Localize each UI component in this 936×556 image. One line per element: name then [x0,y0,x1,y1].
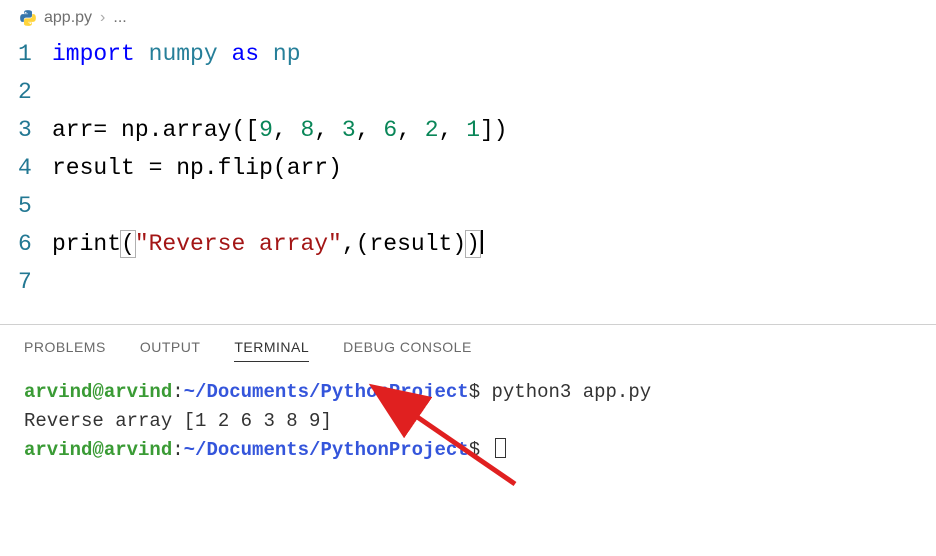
terminal-output[interactable]: arvind@arvind:~/Documents/PythonProject$… [0,368,936,476]
token-num: 3 [342,117,356,143]
token-fn: result [52,155,149,181]
token-punc: , [356,117,384,143]
code-content[interactable]: result = np.flip(arr) [52,150,342,188]
code-line[interactable]: 2 [18,74,918,112]
line-number: 4 [18,150,52,188]
line-number: 3 [18,112,52,150]
token-punc: ( [120,230,136,258]
token-punc: , [314,117,342,143]
line-number: 2 [18,74,52,112]
token-punc: , [342,231,356,257]
line-number: 1 [18,36,52,74]
token-fn: print [52,231,121,257]
code-line[interactable]: 7 [18,264,918,302]
token-punc: , [397,117,425,143]
code-content[interactable]: print("Reverse array",(result)) [52,226,483,264]
token-punc: ]) [480,117,508,143]
token-punc: . [149,117,163,143]
code-line[interactable]: 5 [18,188,918,226]
terminal-text: arvind@arvind [24,439,172,461]
token-num: 1 [466,117,480,143]
breadcrumb: app.py › ... [0,0,936,32]
panel-tabs: PROBLEMS OUTPUT TERMINAL DEBUG CONSOLE [0,325,936,368]
tab-output[interactable]: OUTPUT [140,339,201,362]
token-num: 8 [301,117,315,143]
token-fn: flip [218,155,273,181]
token-punc: ) [328,155,342,181]
code-content[interactable]: import numpy as np [52,36,301,74]
terminal-line: arvind@arvind:~/Documents/PythonProject$ [24,436,912,465]
terminal-text: Reverse array [1 2 6 3 8 9] [24,410,332,432]
editor-cursor [481,230,483,254]
token-num: 2 [425,117,439,143]
terminal-text: : [172,439,183,461]
code-line[interactable]: 1import numpy as np [18,36,918,74]
line-number: 5 [18,188,52,226]
code-line[interactable]: 4result = np.flip(arr) [18,150,918,188]
token-punc: , [439,117,467,143]
token-punc: . [204,155,218,181]
tab-debug-console[interactable]: DEBUG CONSOLE [343,339,472,362]
token-id: numpy [149,41,218,67]
token-num: 6 [383,117,397,143]
token-fn: arr [52,117,93,143]
breadcrumb-filename[interactable]: app.py [44,9,92,27]
token-kw: as [231,41,259,67]
token-fn: arr [287,155,328,181]
token-fn: np [176,155,204,181]
token-punc: ) [465,230,481,258]
token-fn: result [370,231,453,257]
code-line[interactable]: 6print("Reverse array",(result)) [18,226,918,264]
token-punc: ( [356,231,370,257]
terminal-line: arvind@arvind:~/Documents/PythonProject$… [24,378,912,407]
terminal-text: ~/Documents/PythonProject [184,439,469,461]
code-line[interactable]: 3arr= np.array([9, 8, 3, 6, 2, 1]) [18,112,918,150]
token-punc: ([ [231,117,259,143]
line-number: 7 [18,264,52,302]
terminal-cursor [495,438,506,458]
tab-terminal[interactable]: TERMINAL [234,339,309,362]
terminal-text: ~/Documents/PythonProject [184,381,469,403]
token-punc: ( [273,155,287,181]
terminal-line: Reverse array [1 2 6 3 8 9] [24,407,912,436]
terminal-text: arvind@arvind [24,381,172,403]
token-num: 9 [259,117,273,143]
python-file-icon [18,8,38,28]
tab-problems[interactable]: PROBLEMS [24,339,106,362]
terminal-text: $ python3 app.py [469,381,651,403]
code-content[interactable]: arr= np.array([9, 8, 3, 6, 2, 1]) [52,112,508,150]
terminal-text: $ [469,439,492,461]
token-punc: , [273,117,301,143]
token-punc: = [149,155,177,181]
token-str: "Reverse array" [135,231,342,257]
token-punc: = [93,117,121,143]
code-editor[interactable]: 1import numpy as np23arr= np.array([9, 8… [0,32,936,310]
token-id: np [273,41,301,67]
line-number: 6 [18,226,52,264]
terminal-text: : [172,381,183,403]
breadcrumb-separator: › [100,9,105,27]
breadcrumb-trail[interactable]: ... [113,9,126,27]
token-fn: np [121,117,149,143]
token-fn: array [162,117,231,143]
token-kw: import [52,41,135,67]
